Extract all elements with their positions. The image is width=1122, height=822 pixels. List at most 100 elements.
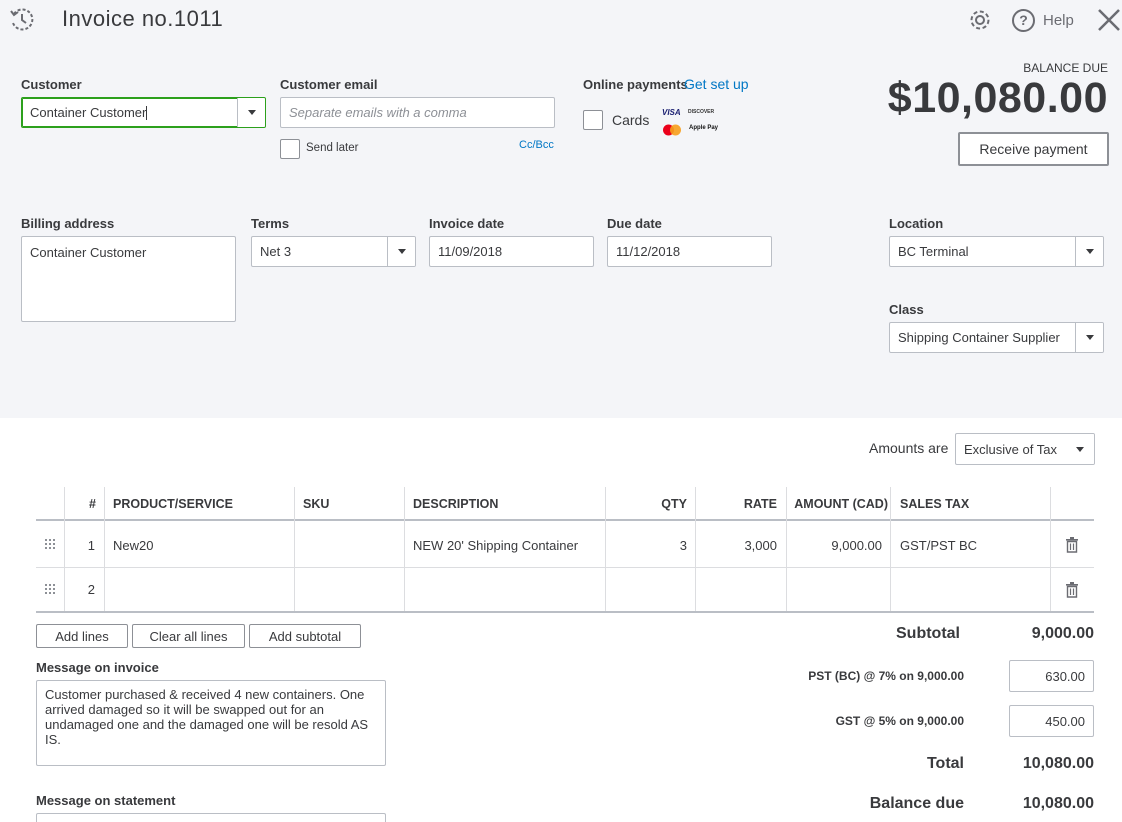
- pst-tax-input[interactable]: 630.00: [1009, 660, 1094, 692]
- billing-address-label: Billing address: [21, 216, 115, 231]
- recent-transactions-icon[interactable]: [8, 6, 36, 34]
- col-qty-header: QTY: [661, 497, 687, 511]
- gst-tax-input[interactable]: 450.00: [1009, 705, 1094, 737]
- col-num-header: #: [89, 497, 96, 511]
- row-sku[interactable]: [303, 523, 403, 567]
- message-on-invoice-label: Message on invoice: [36, 660, 159, 675]
- row-product[interactable]: [113, 568, 293, 611]
- row-amount[interactable]: [788, 568, 882, 611]
- row-num: 2: [87, 582, 95, 597]
- help-label: Help: [1043, 11, 1074, 29]
- terms-value: Net 3: [260, 244, 292, 259]
- message-on-statement-input[interactable]: [36, 813, 386, 822]
- customer-label: Customer: [21, 77, 82, 92]
- customer-email-label: Customer email: [280, 77, 378, 92]
- drag-handle-icon[interactable]: [45, 584, 55, 594]
- location-dropdown-arrow-icon[interactable]: [1075, 237, 1103, 266]
- col-amount-header: AMOUNT (CAD): [794, 497, 888, 511]
- row-amount[interactable]: 9,000.00: [788, 523, 882, 567]
- clear-all-lines-button[interactable]: Clear all lines: [132, 624, 245, 648]
- row-tax[interactable]: GST/PST BC: [900, 523, 1040, 567]
- balance-due-amount: $10,080.00: [887, 74, 1108, 122]
- row-description[interactable]: [413, 568, 603, 611]
- send-later-label: Send later: [306, 142, 359, 154]
- line-items-table-header: # PRODUCT/SERVICE SKU DESCRIPTION QTY RA…: [36, 487, 1094, 521]
- col-description-header: DESCRIPTION: [413, 497, 499, 511]
- col-product-header: PRODUCT/SERVICE: [113, 497, 233, 511]
- location-label: Location: [889, 216, 944, 231]
- page-title: Invoice no.1011: [62, 6, 224, 31]
- customer-email-placeholder: Separate emails with a comma: [289, 105, 467, 120]
- due-date-value: 11/12/2018: [616, 244, 681, 259]
- balance-due-bottom-label: Balance due: [869, 795, 964, 812]
- message-on-statement-label: Message on statement: [36, 793, 176, 808]
- total-value: 10,080.00: [1022, 755, 1094, 772]
- cards-label: Cards: [612, 112, 650, 128]
- add-lines-button[interactable]: Add lines: [36, 624, 128, 648]
- delete-row-trash-icon[interactable]: [1065, 568, 1081, 611]
- customer-value: Container Customer: [30, 105, 147, 120]
- message-on-invoice-input[interactable]: Customer purchased & received 4 new cont…: [36, 680, 386, 766]
- settings-gear-icon[interactable]: [967, 7, 993, 33]
- amounts-are-label: Amounts are: [869, 440, 949, 456]
- row-qty[interactable]: [606, 568, 687, 611]
- class-dropdown-arrow-icon[interactable]: [1075, 323, 1103, 352]
- close-icon[interactable]: [1096, 7, 1122, 33]
- subtotal-label: Subtotal: [896, 625, 960, 642]
- row-num: 1: [87, 537, 95, 553]
- customer-dropdown-arrow-icon[interactable]: [237, 98, 265, 127]
- amounts-are-value: Exclusive of Tax: [964, 441, 1057, 457]
- text-caret: [146, 105, 148, 120]
- customer-email-input[interactable]: Separate emails with a comma: [280, 97, 555, 128]
- table-row[interactable]: 1 New20 NEW 20' Shipping Container 3 3,0…: [36, 523, 1094, 568]
- visa-logo-icon: VISA: [662, 108, 681, 117]
- mastercard-logo-icon: [662, 123, 682, 136]
- pst-tax-value: 630.00: [1045, 668, 1085, 684]
- apple-pay-logo-icon: Apple Pay: [689, 125, 719, 131]
- class-label: Class: [889, 302, 924, 317]
- col-sku-header: SKU: [303, 497, 330, 511]
- subtotal-value: 9,000.00: [1031, 625, 1094, 642]
- balance-due-label: BALANCE DUE: [1023, 61, 1108, 75]
- cards-checkbox[interactable]: [583, 110, 603, 130]
- row-description[interactable]: NEW 20' Shipping Container: [413, 523, 603, 567]
- delete-row-trash-icon[interactable]: [1065, 523, 1081, 567]
- terms-dropdown-arrow-icon[interactable]: [387, 237, 415, 266]
- pst-tax-label: PST (BC) @ 7% on 9,000.00: [808, 669, 964, 683]
- invoice-date-input[interactable]: 11/09/2018: [429, 236, 594, 267]
- invoice-header-panel: [0, 0, 1122, 418]
- row-sku[interactable]: [303, 568, 403, 611]
- add-subtotal-button[interactable]: Add subtotal: [249, 624, 361, 648]
- terms-select[interactable]: Net 3: [251, 236, 416, 267]
- get-set-up-link[interactable]: Get set up: [684, 76, 749, 92]
- billing-address-input[interactable]: Container Customer: [21, 236, 236, 322]
- help-icon: ?: [1012, 8, 1035, 32]
- help-button[interactable]: ? Help: [1012, 8, 1074, 32]
- row-rate[interactable]: [696, 568, 777, 611]
- row-product[interactable]: New20: [113, 523, 293, 567]
- location-value: BC Terminal: [898, 244, 969, 259]
- table-row[interactable]: 2: [36, 568, 1094, 613]
- amounts-are-select[interactable]: Exclusive of Tax: [955, 433, 1095, 465]
- row-qty[interactable]: 3: [606, 523, 687, 567]
- col-rate-header: RATE: [743, 497, 777, 511]
- drag-handle-icon[interactable]: [45, 539, 55, 549]
- customer-select[interactable]: Container Customer: [21, 97, 266, 128]
- due-date-label: Due date: [607, 216, 662, 231]
- discover-logo-icon: DISCOVER: [688, 109, 715, 115]
- total-label: Total: [926, 755, 964, 772]
- class-value: Shipping Container Supplier: [898, 330, 1060, 345]
- receive-payment-button[interactable]: Receive payment: [958, 132, 1109, 166]
- row-tax[interactable]: [900, 568, 1040, 611]
- row-rate[interactable]: 3,000: [696, 523, 777, 567]
- send-later-checkbox[interactable]: [280, 139, 300, 159]
- class-select[interactable]: Shipping Container Supplier: [889, 322, 1104, 353]
- cc-bcc-link[interactable]: Cc/Bcc: [519, 139, 554, 151]
- amounts-are-dropdown-arrow-icon[interactable]: [1066, 434, 1094, 464]
- balance-due-bottom-value: 10,080.00: [1022, 795, 1094, 812]
- online-payments-label: Online payments: [583, 77, 688, 92]
- due-date-input[interactable]: 11/12/2018: [607, 236, 772, 267]
- location-select[interactable]: BC Terminal: [889, 236, 1104, 267]
- terms-label: Terms: [251, 216, 290, 231]
- invoice-date-label: Invoice date: [429, 216, 505, 231]
